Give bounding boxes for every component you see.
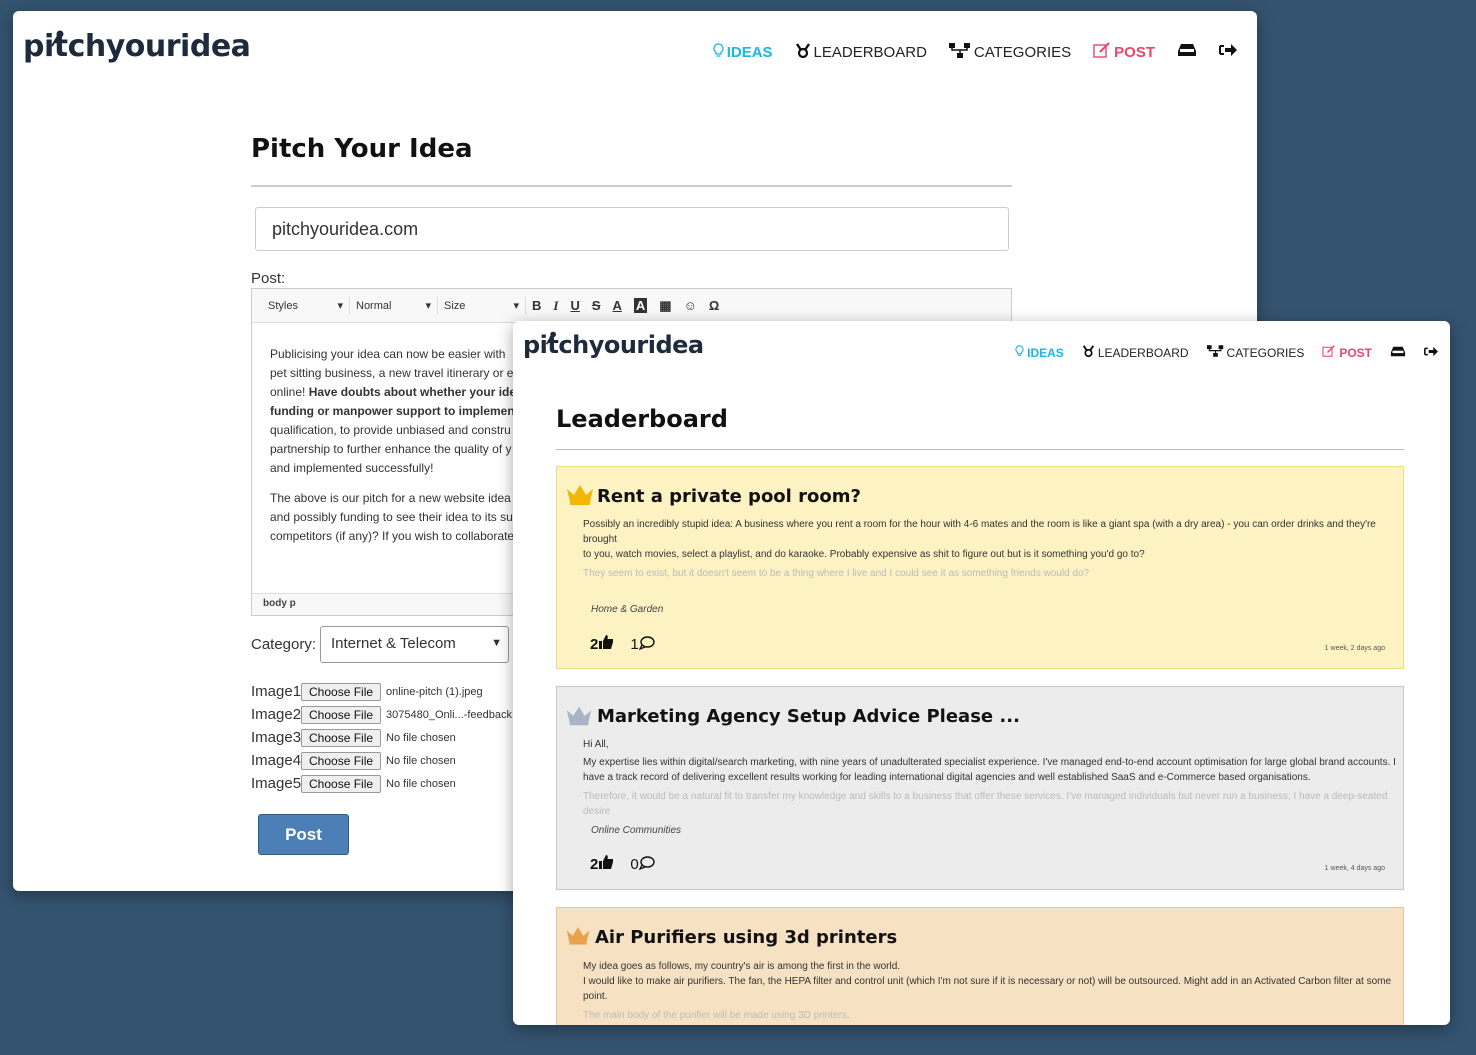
nav-logout[interactable] bbox=[1219, 43, 1237, 61]
nav-inbox[interactable] bbox=[1177, 43, 1197, 61]
file-name: No file chosen bbox=[386, 731, 456, 744]
card-excerpt: My idea goes as follows, my country's ai… bbox=[583, 961, 1392, 1021]
card-title[interactable]: Rent a private pool room? bbox=[597, 486, 861, 507]
title-divider bbox=[556, 449, 1404, 450]
bronze-crown-icon bbox=[565, 925, 591, 950]
sitemap-icon bbox=[948, 42, 971, 62]
image-upload-row: Image2: Choose File 3075480_Onli...-feed… bbox=[251, 705, 524, 724]
card-timestamp: 1 week, 4 days ago bbox=[1324, 865, 1385, 872]
image-upload-row: Image5: Choose File No file chosen bbox=[251, 774, 456, 793]
inbox-icon bbox=[1177, 43, 1197, 61]
caret-down-icon: ▾ bbox=[425, 300, 431, 312]
category-select[interactable]: Internet & Telecom ▼ bbox=[320, 626, 509, 663]
nav-leaderboard[interactable]: LEADERBOARD bbox=[795, 42, 927, 62]
card-category[interactable]: Home & Garden bbox=[591, 604, 663, 615]
strikethrough-button[interactable]: S bbox=[592, 298, 601, 313]
nav-leaderboard[interactable]: LEADERBOARD bbox=[1082, 345, 1189, 360]
emoji-button[interactable]: ☺ bbox=[684, 298, 697, 313]
microphone-icon bbox=[545, 324, 558, 352]
chevron-down-icon: ▼ bbox=[491, 637, 502, 649]
post-submit-button[interactable]: Post bbox=[258, 814, 349, 855]
like-count: 2 bbox=[590, 856, 599, 873]
card-excerpt: Hi All, My expertise lies within digital… bbox=[583, 739, 1396, 817]
leaderboard-window: pitchyouridea IDEAS LEADERBOARD CATEGORI… bbox=[513, 321, 1450, 1025]
nav-categories[interactable]: CATEGORIES bbox=[1206, 345, 1304, 360]
comment-icon[interactable] bbox=[638, 635, 655, 654]
nav-logout[interactable] bbox=[1424, 346, 1438, 360]
table-button[interactable]: ▦ bbox=[659, 298, 671, 314]
leaderboard-card[interactable]: Marketing Agency Setup Advice Please ...… bbox=[556, 686, 1404, 890]
nav-ideas[interactable]: IDEAS bbox=[713, 42, 773, 62]
file-name: online-pitch (1).jpeg bbox=[386, 685, 483, 698]
italic-button[interactable]: I bbox=[553, 298, 558, 314]
medal-icon bbox=[795, 42, 811, 62]
choose-file-button[interactable]: Choose File bbox=[301, 728, 382, 747]
card-timestamp: 1 week, 2 days ago bbox=[1324, 645, 1385, 652]
choose-file-button[interactable]: Choose File bbox=[301, 705, 382, 724]
sign-out-icon bbox=[1219, 43, 1237, 61]
inbox-icon bbox=[1390, 346, 1406, 360]
site-logo[interactable]: pitchyouridea bbox=[523, 331, 704, 359]
nav-post[interactable]: POST bbox=[1093, 42, 1155, 62]
main-nav: IDEAS LEADERBOARD CATEGORIES POST bbox=[691, 42, 1237, 62]
image-upload-list: Image1: Choose File online-pitch (1).jpe… bbox=[251, 680, 524, 795]
styles-dropdown[interactable]: Styles ▾ bbox=[262, 296, 350, 315]
bold-button[interactable]: B bbox=[532, 298, 541, 313]
file-name: No file chosen bbox=[386, 777, 456, 790]
comment-count: 0 bbox=[630, 855, 655, 874]
editor-toolbar: Styles ▾ Normal ▾ Size ▾ B I U S A A ▦ ☺ Ω bbox=[252, 289, 1011, 323]
comment-icon[interactable] bbox=[638, 855, 655, 874]
choose-file-button[interactable]: Choose File bbox=[301, 751, 382, 770]
lightbulb-icon bbox=[1015, 345, 1024, 360]
image-upload-row: Image1: Choose File online-pitch (1).jpe… bbox=[251, 682, 483, 701]
leaderboard-card[interactable]: Rent a private pool room? Possibly an in… bbox=[556, 466, 1404, 669]
text-color-button[interactable]: A bbox=[613, 298, 622, 313]
nav-ideas[interactable]: IDEAS bbox=[1015, 345, 1064, 360]
category-label: Category: bbox=[251, 636, 317, 653]
page-title: Pitch Your Idea bbox=[251, 134, 473, 164]
card-title[interactable]: Air Purifiers using 3d printers bbox=[595, 927, 897, 948]
thumbs-up-icon[interactable] bbox=[599, 855, 614, 874]
nav-post[interactable]: POST bbox=[1322, 345, 1372, 360]
underline-button[interactable]: U bbox=[570, 298, 579, 313]
choose-file-button[interactable]: Choose File bbox=[301, 774, 382, 793]
caret-down-icon: ▾ bbox=[513, 300, 519, 312]
sign-out-icon bbox=[1424, 346, 1438, 360]
choose-file-button[interactable]: Choose File bbox=[301, 682, 382, 701]
like-count: 2 bbox=[590, 636, 599, 653]
silver-crown-icon bbox=[565, 704, 593, 731]
main-nav: IDEAS LEADERBOARD CATEGORIES POST bbox=[997, 345, 1438, 360]
edit-icon bbox=[1093, 42, 1111, 62]
background-color-button[interactable]: A bbox=[633, 298, 648, 313]
gold-crown-icon bbox=[565, 483, 595, 510]
image-upload-row: Image3: Choose File No file chosen bbox=[251, 728, 456, 747]
nav-inbox[interactable] bbox=[1390, 346, 1406, 360]
card-stats: 2 1 bbox=[590, 635, 655, 654]
card-excerpt: Possibly an incredibly stupid idea: A bu… bbox=[583, 519, 1376, 579]
edit-icon bbox=[1322, 345, 1336, 360]
site-logo[interactable]: pitchyouridea bbox=[23, 29, 251, 64]
file-name: 3075480_Onli...-feedback.jp bbox=[386, 708, 524, 721]
card-category[interactable]: Online Communities bbox=[591, 825, 681, 836]
image-upload-row: Image4: Choose File No file chosen bbox=[251, 751, 456, 770]
title-divider bbox=[251, 185, 1012, 187]
special-character-button[interactable]: Ω bbox=[709, 298, 719, 313]
lightbulb-icon bbox=[713, 42, 724, 62]
microphone-icon bbox=[50, 21, 66, 56]
medal-icon bbox=[1082, 345, 1095, 360]
size-dropdown[interactable]: Size ▾ bbox=[438, 296, 526, 315]
idea-title-input[interactable]: pitchyouridea.com bbox=[255, 207, 1009, 251]
nav-categories[interactable]: CATEGORIES bbox=[948, 42, 1071, 62]
sitemap-icon bbox=[1206, 345, 1224, 360]
card-title[interactable]: Marketing Agency Setup Advice Please ... bbox=[597, 706, 1020, 727]
file-name: No file chosen bbox=[386, 754, 456, 767]
post-label: Post: bbox=[251, 270, 286, 287]
leaderboard-card[interactable]: Air Purifiers using 3d printers My idea … bbox=[556, 907, 1404, 1025]
comment-count: 1 bbox=[630, 635, 655, 654]
format-dropdown[interactable]: Normal ▾ bbox=[350, 296, 438, 315]
caret-down-icon: ▾ bbox=[337, 300, 343, 312]
page-title: Leaderboard bbox=[556, 405, 728, 433]
thumbs-up-icon[interactable] bbox=[599, 635, 614, 654]
card-stats: 2 0 bbox=[590, 855, 655, 874]
